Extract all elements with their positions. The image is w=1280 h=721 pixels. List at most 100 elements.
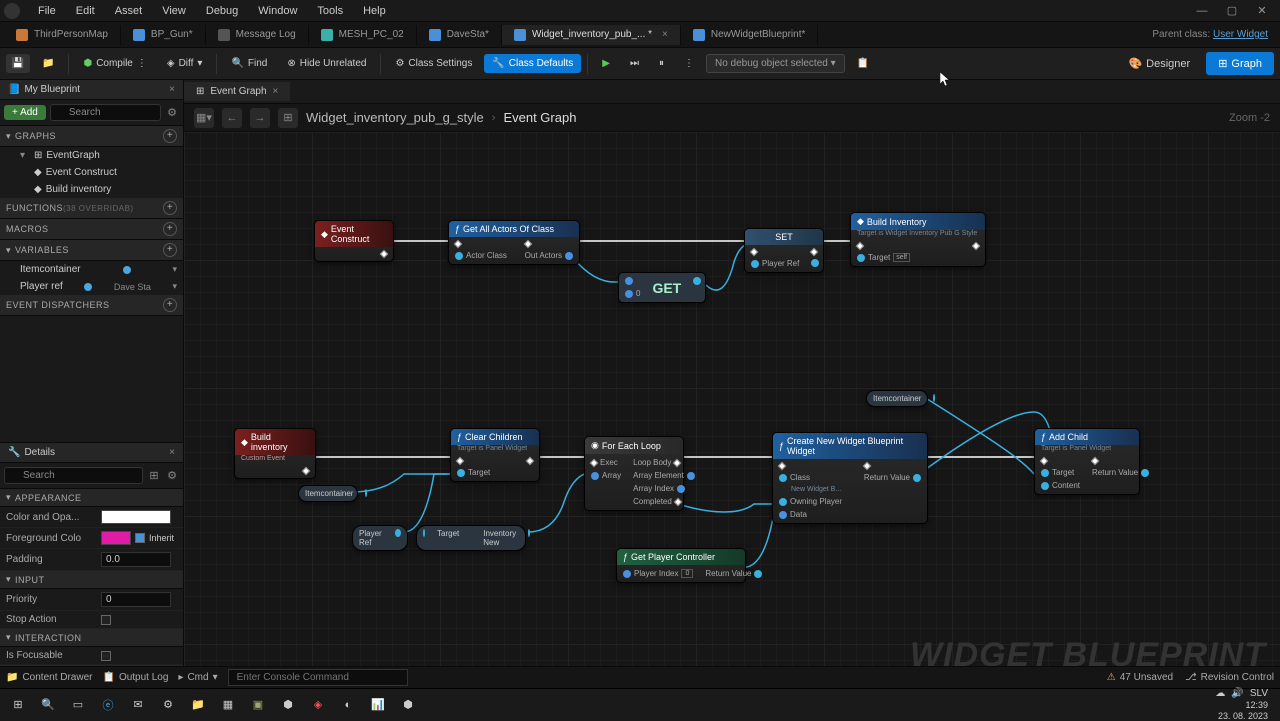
- add-button[interactable]: + Add: [4, 105, 46, 120]
- tab-bpgun[interactable]: BP_Gun*: [121, 25, 206, 45]
- stop-action-checkbox[interactable]: [101, 615, 111, 625]
- node-build-inventory-call[interactable]: ◆Build Inventory Target is Widget Invent…: [850, 212, 986, 267]
- revision-control-button[interactable]: ⎇Revision Control: [1185, 672, 1274, 683]
- graph-canvas[interactable]: ◆Event Construct ƒGet All Actors Of Clas…: [184, 132, 1280, 683]
- blueprint-search[interactable]: Search: [50, 104, 161, 121]
- stop-button[interactable]: ⋮: [676, 54, 702, 73]
- unsaved-indicator[interactable]: ⚠47 Unsaved: [1107, 672, 1173, 683]
- node-playerref-var[interactable]: Player Ref: [352, 525, 408, 551]
- designer-toggle[interactable]: 🎨Designer: [1116, 52, 1202, 75]
- app-icon-2[interactable]: ◈: [304, 691, 332, 719]
- start-button[interactable]: ⊞: [4, 691, 32, 719]
- tab-messagelog[interactable]: Message Log: [206, 25, 309, 45]
- tab-meshpc02[interactable]: MESH_PC_02: [309, 25, 417, 45]
- close-icon[interactable]: ×: [273, 86, 279, 97]
- node-build-inventory-event[interactable]: ◆Build inventory Custom Event: [234, 428, 316, 479]
- unreal-logo[interactable]: [4, 3, 20, 19]
- search-button[interactable]: 🔍: [34, 691, 62, 719]
- menu-tools[interactable]: Tools: [307, 3, 353, 19]
- home-button[interactable]: ⊞: [278, 108, 298, 128]
- event-construct-item[interactable]: ◆Event Construct: [0, 164, 183, 181]
- node-add-child[interactable]: ƒAdd Child Target is Panel Widget Target…: [1034, 428, 1140, 495]
- explorer-icon[interactable]: 📁: [184, 691, 212, 719]
- app-icon-4[interactable]: 📊: [364, 691, 392, 719]
- task-view-button[interactable]: ▭: [64, 691, 92, 719]
- menu-edit[interactable]: Edit: [66, 3, 105, 19]
- dispatchers-category[interactable]: EVENT DISPATCHERS+: [0, 295, 183, 316]
- class-defaults-button[interactable]: 🔧Class Defaults: [484, 54, 581, 73]
- close-icon[interactable]: ×: [169, 447, 175, 458]
- add-dispatcher-button[interactable]: +: [163, 298, 177, 312]
- appearance-category[interactable]: ▾Appearance: [0, 489, 183, 507]
- back-button[interactable]: ←: [222, 108, 242, 128]
- add-macro-button[interactable]: +: [163, 222, 177, 236]
- settings-icon[interactable]: ⚙: [154, 691, 182, 719]
- menu-debug[interactable]: Debug: [196, 3, 248, 19]
- add-function-button[interactable]: +: [163, 201, 177, 215]
- node-get-all-actors[interactable]: ƒGet All Actors Of Class Actor ClassOut …: [448, 220, 580, 265]
- settings-icon[interactable]: ⚙: [165, 469, 179, 482]
- color-swatch[interactable]: [101, 510, 171, 524]
- forward-button[interactable]: →: [250, 108, 270, 128]
- node-foreach[interactable]: ◉For Each Loop ExecArrayLoop BodyArray E…: [584, 436, 684, 511]
- compile-button[interactable]: ⬢Compile ⋮: [75, 54, 154, 73]
- menu-file[interactable]: File: [28, 3, 66, 19]
- fg-color-swatch[interactable]: [101, 531, 131, 545]
- details-search[interactable]: Search: [4, 467, 143, 484]
- node-create-widget[interactable]: ƒCreate New Widget Blueprint Widget Clas…: [772, 432, 928, 524]
- unreal-icon[interactable]: ⬢: [274, 691, 302, 719]
- add-variable-button[interactable]: +: [163, 243, 177, 257]
- tab-davesta[interactable]: DaveSta*: [417, 25, 502, 45]
- tab-widget-inventory[interactable]: Widget_inventory_pub_... *×: [502, 25, 681, 45]
- tab-close-icon[interactable]: ×: [662, 29, 668, 40]
- minimize-button[interactable]: —: [1188, 2, 1216, 20]
- debug-object-dropdown[interactable]: No debug object selected ▾: [706, 54, 845, 73]
- diff-button[interactable]: ◈Diff▾: [159, 54, 211, 73]
- node-target-invnew[interactable]: TargetInventory New: [416, 525, 526, 551]
- menu-window[interactable]: Window: [248, 3, 307, 19]
- app-icon-3[interactable]: ◐: [334, 691, 362, 719]
- pause-button[interactable]: ⏸: [651, 54, 672, 73]
- find-button[interactable]: 🔍Find: [223, 54, 275, 73]
- node-itemcontainer-var2[interactable]: Itemcontainer: [866, 390, 928, 407]
- add-graph-button[interactable]: +: [163, 129, 177, 143]
- close-icon[interactable]: ×: [169, 84, 175, 95]
- grid-icon[interactable]: ⊞: [147, 469, 161, 482]
- browse-button[interactable]: 📁: [34, 54, 62, 73]
- eventgraph-item[interactable]: ▾⊞EventGraph: [0, 147, 183, 164]
- edge-icon[interactable]: ⓔ: [94, 691, 122, 719]
- node-get[interactable]: 0GET: [618, 272, 706, 303]
- input-category[interactable]: ▾Input: [0, 571, 183, 589]
- event-graph-tab[interactable]: ⊞Event Graph×: [184, 82, 290, 101]
- menu-asset[interactable]: Asset: [105, 3, 153, 19]
- menu-help[interactable]: Help: [353, 3, 396, 19]
- cmd-dropdown[interactable]: ▸Cmd ▾: [178, 672, 217, 683]
- unreal-editor-icon[interactable]: ⬢: [394, 691, 422, 719]
- details-tab[interactable]: 🔧Details×: [0, 443, 183, 463]
- console-input[interactable]: [228, 669, 408, 686]
- breadcrumb-parent[interactable]: Widget_inventory_pub_g_style: [306, 110, 484, 125]
- node-set[interactable]: SET Player Ref: [744, 228, 824, 273]
- macros-category[interactable]: MACROS+: [0, 219, 183, 240]
- close-button[interactable]: ✕: [1248, 2, 1276, 20]
- history-button[interactable]: ▦▾: [194, 108, 214, 128]
- variables-category[interactable]: ▾VARIABLES+: [0, 240, 183, 261]
- my-blueprint-tab[interactable]: 📘My Blueprint×: [0, 80, 183, 100]
- step-button[interactable]: ⏭: [622, 54, 647, 73]
- class-settings-button[interactable]: ⚙Class Settings: [387, 54, 480, 73]
- graphs-category[interactable]: ▾GRAPHS+: [0, 126, 183, 147]
- focusable-checkbox[interactable]: [101, 651, 111, 661]
- node-get-player-controller[interactable]: ƒGet Player Controller Player Index 0Ret…: [616, 548, 746, 583]
- node-clear-children[interactable]: ƒClear Children Target is Panel Widget T…: [450, 428, 540, 482]
- interaction-category[interactable]: ▾Interaction: [0, 629, 183, 647]
- tab-thirdpersonmap[interactable]: ThirdPersonMap: [4, 25, 121, 45]
- hide-unrelated-button[interactable]: ⊗Hide Unrelated: [279, 54, 374, 73]
- graph-toggle[interactable]: ⊞Graph: [1206, 52, 1274, 75]
- output-log-button[interactable]: 📋Output Log: [102, 672, 168, 683]
- twitch-icon[interactable]: ▣: [244, 691, 272, 719]
- content-drawer-button[interactable]: 📁Content Drawer: [6, 672, 92, 683]
- settings-icon[interactable]: ⚙: [165, 106, 179, 119]
- parent-class-link[interactable]: User Widget: [1213, 29, 1268, 40]
- save-button[interactable]: 💾: [6, 54, 30, 73]
- node-event-construct[interactable]: ◆Event Construct: [314, 220, 394, 262]
